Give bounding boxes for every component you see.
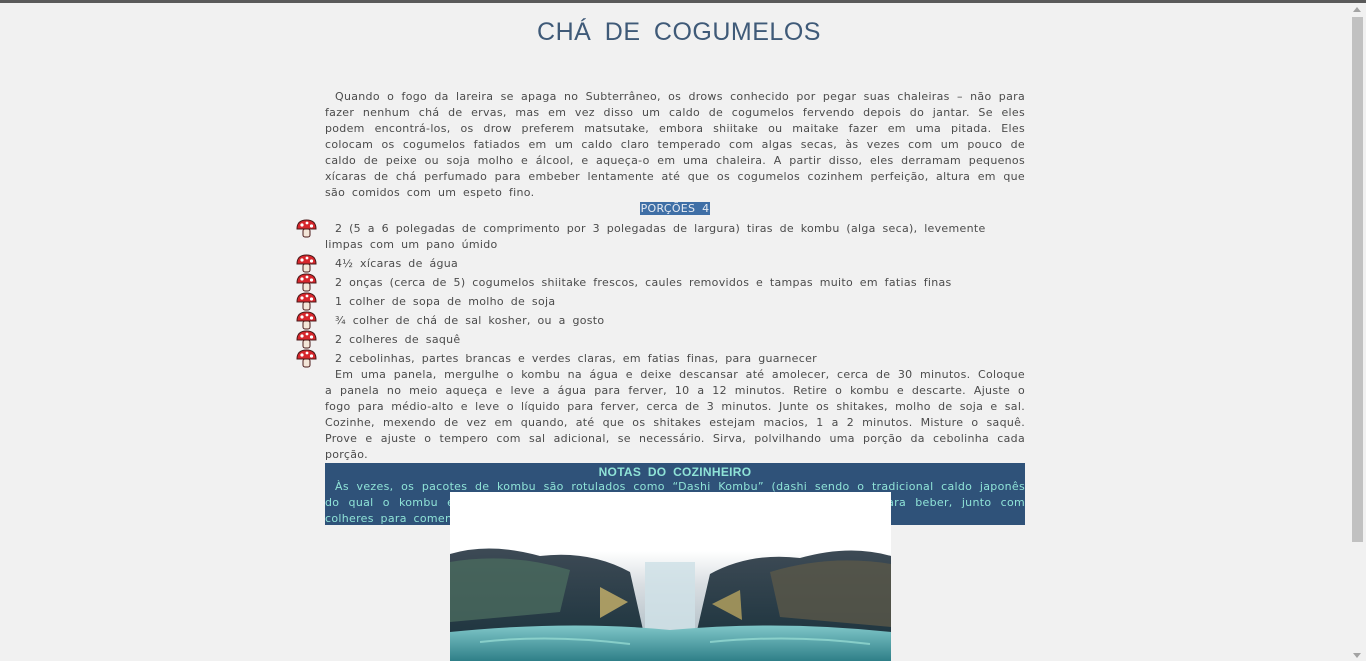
mushroom-icon: [296, 254, 317, 273]
vertical-scrollbar[interactable]: [1349, 3, 1366, 661]
ingredient-text: ¾ colher de chá de sal kosher, ou a gost…: [335, 314, 605, 327]
ingredient-text: 2 (5 a 6 polegadas de comprimento por 3 …: [325, 222, 986, 251]
recipe-method: Em uma panela, mergulhe o kombu na água …: [325, 368, 1025, 461]
ingredient-text: 1 colher de sopa de molho de soja: [335, 295, 556, 308]
window-top-border: [0, 0, 1366, 3]
ingredient-text: 4½ xícaras de água: [335, 257, 459, 270]
scroll-up-arrow-icon[interactable]: [1353, 7, 1361, 12]
recipe-content: Quando o fogo da lareira se apaga no Sub…: [296, 89, 1025, 525]
cook-notes-title: NOTAS DO COZINHEIRO: [598, 465, 752, 479]
mushroom-icon: [296, 273, 317, 292]
mushroom-icon: [296, 219, 317, 238]
recipe-intro: Quando o fogo da lareira se apaga no Sub…: [325, 90, 1025, 199]
mushroom-icon: [296, 311, 317, 330]
ingredient-item: 2 onças (cerca de 5) cogumelos shiitake …: [296, 273, 1025, 292]
ingredient-text: 2 cebolinhas, partes brancas e verdes cl…: [335, 352, 817, 365]
recipe-title: CHÁ DE COGUMELOS: [537, 18, 821, 46]
mushroom-icon: [296, 349, 317, 368]
ingredient-list: 2 (5 a 6 polegadas de comprimento por 3 …: [296, 219, 1025, 368]
ingredient-item: 2 cebolinhas, partes brancas e verdes cl…: [296, 349, 1025, 368]
ingredient-item: 4½ xícaras de água: [296, 254, 1025, 273]
underdark-landscape-image: [450, 492, 891, 661]
ingredient-text: 2 colheres de saquê: [335, 333, 461, 346]
servings-selected-text: PORÇÕES 4: [639, 202, 711, 215]
ingredient-text: 2 onças (cerca de 5) cogumelos shiitake …: [335, 276, 952, 289]
scroll-down-arrow-icon[interactable]: [1353, 653, 1361, 658]
ingredient-item: 1 colher de sopa de molho de soja: [296, 292, 1025, 311]
ingredient-item: 2 colheres de saquê: [296, 330, 1025, 349]
mushroom-icon: [296, 292, 317, 311]
ingredient-item: 2 (5 a 6 polegadas de comprimento por 3 …: [296, 219, 1025, 253]
mushroom-icon: [296, 330, 317, 349]
servings-line: PORÇÕES 4: [325, 201, 1025, 217]
scrollbar-thumb[interactable]: [1352, 17, 1363, 542]
ingredient-item: ¾ colher de chá de sal kosher, ou a gost…: [296, 311, 1025, 330]
